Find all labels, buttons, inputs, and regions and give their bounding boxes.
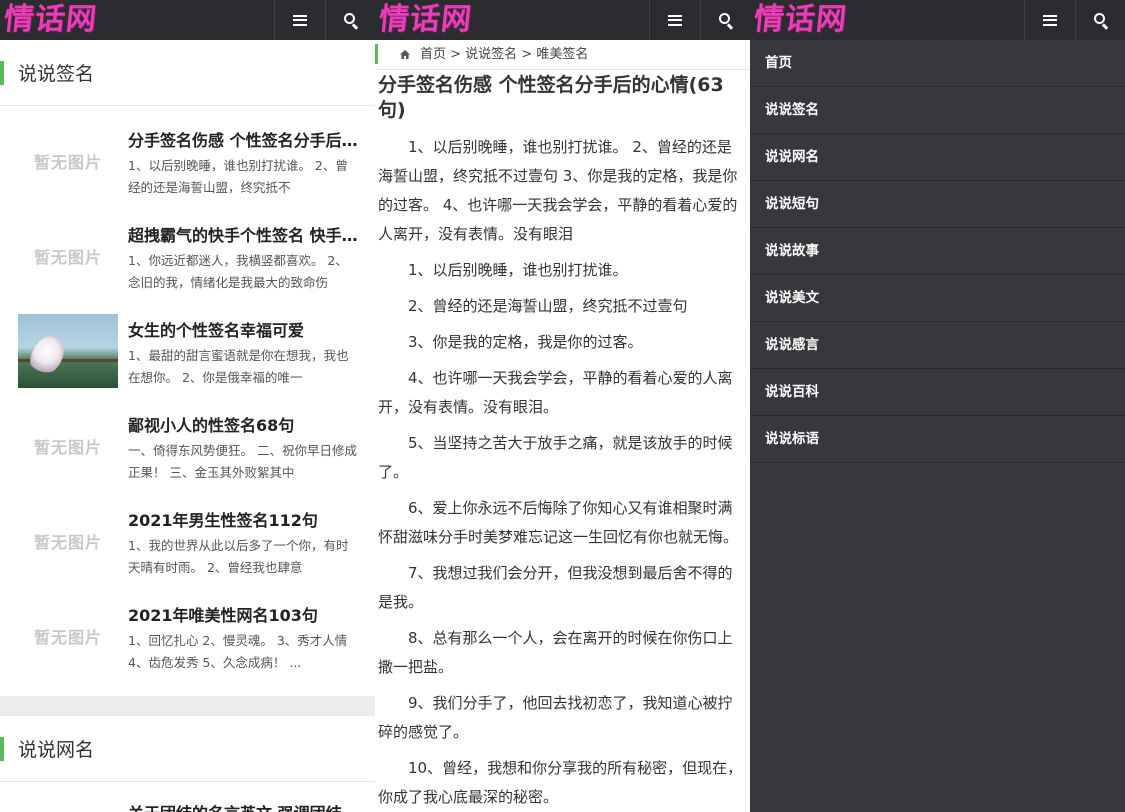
- article-paragraph: 1、以后别晚睡，谁也别打扰谁。: [408, 261, 628, 279]
- site-logo[interactable]: 情话网: [2, 2, 99, 38]
- menu-item-reflections[interactable]: 说说感言: [750, 322, 1125, 369]
- menu-icon: [667, 14, 682, 26]
- section-divider: [0, 696, 375, 716]
- section-title[interactable]: 说说签名: [18, 59, 94, 86]
- breadcrumb-accent-bar: [375, 44, 378, 64]
- article-list: 暂无图片 分手签名伤感 个性签名分手后的心情(63句) 1、以后别晚睡，谁也别打…: [0, 106, 375, 694]
- breadcrumb: 首页 > 说说签名 > 唯美签名: [375, 40, 750, 70]
- list-item[interactable]: 暂无图片 超拽霸气的快手个性签名 快手个性签名 1、你远近都迷人，我横竖都喜欢。…: [18, 219, 358, 314]
- item-title[interactable]: 2021年唯美性网名103句: [128, 602, 358, 626]
- thumbnail-placeholder[interactable]: 暂无图片: [18, 219, 118, 293]
- item-title[interactable]: 鄙视小人的性签名68句: [128, 412, 358, 436]
- menu-button[interactable]: [649, 0, 699, 40]
- item-title[interactable]: 分手签名伤感 个性签名分手后的心情(63句): [128, 127, 358, 151]
- thumbnail-placeholder[interactable]: 暂无图片: [18, 504, 118, 578]
- article-paragraph: 7、我想过我们会分开，但我没想到最后舍不得的是我。: [378, 564, 733, 611]
- nav-menu: 首页 说说签名 说说网名 说说短句 说说故事 说说美文 说说感言 说说百科 说说…: [750, 40, 1125, 463]
- menu-button[interactable]: [274, 0, 324, 40]
- search-icon: [1093, 13, 1108, 30]
- search-button[interactable]: [1075, 0, 1125, 40]
- item-excerpt: 一、倚得东风势便狂。 二、祝你早日修成正果！ 三、金玉其外败絮其中: [128, 443, 357, 480]
- home-icon[interactable]: [400, 50, 410, 59]
- section-header: 说说网名: [0, 716, 375, 782]
- item-excerpt: 1、你远近都迷人，我横竖都喜欢。 2、念旧的我，情绪化是我最大的致命伤: [128, 253, 348, 290]
- menu-item-short-sentences[interactable]: 说说短句: [750, 181, 1125, 228]
- menu-item-home[interactable]: 首页: [750, 40, 1125, 87]
- search-button[interactable]: [325, 0, 375, 40]
- item-title[interactable]: 2021年男生性签名112句: [128, 507, 358, 531]
- list-item[interactable]: 暂无图片 2021年男生性签名112句 1、我的世界从此以后多了一个你，有时天晴…: [18, 504, 357, 599]
- item-title[interactable]: 女生的个性签名幸福可爱: [128, 317, 358, 341]
- article-paragraph: 3、你是我的定格，我是你的过客。: [408, 333, 643, 351]
- list-item[interactable]: 暂无图片 鄙视小人的性签名68句 一、倚得东风势便狂。 二、祝你早日修成正果！ …: [18, 409, 357, 504]
- site-logo[interactable]: 情话网: [377, 2, 474, 38]
- top-bar: 情话网: [750, 0, 1125, 40]
- thumbnail-placeholder[interactable]: 暂无图片: [18, 409, 118, 483]
- list-item[interactable]: 女生的个性签名幸福可爱 1、最甜的甜言蜜语就是你在想我，我也在想你。 2、你是俄…: [18, 314, 357, 409]
- menu-item-nicknames[interactable]: 说说网名: [750, 134, 1125, 181]
- article-paragraph: 9、我们分手了，他回去找初恋了，我知道心被拧碎的感觉了。: [378, 694, 733, 741]
- item-excerpt: 1、最甜的甜言蜜语就是你在想我，我也在想你。 2、你是俄幸福的唯一: [128, 348, 349, 385]
- article-panel: 情话网 首页 > 说说签名 > 唯美签名 分手签名伤感 个性签名分手后的心情(6…: [375, 0, 750, 812]
- menu-item-encyclopedia[interactable]: 说说百科: [750, 369, 1125, 416]
- menu-item-stories[interactable]: 说说故事: [750, 228, 1125, 275]
- menu-icon: [292, 14, 307, 26]
- thumbnail-placeholder[interactable]: 暂无图片: [18, 599, 118, 673]
- menu-button[interactable]: [1024, 0, 1074, 40]
- article-paragraph: 8、总有那么一个人，会在离开的时候在你伤口上撒一把盐。: [378, 629, 733, 676]
- section-accent-bar: [0, 61, 4, 85]
- search-button[interactable]: [700, 0, 750, 40]
- item-title[interactable]: 超拽霸气的快手个性签名 快手个性签名: [128, 222, 358, 246]
- list-item[interactable]: 暂无图片 2021年唯美性网名103句 1、回忆扎心 2、慢灵魂。 3、秀才人情…: [18, 599, 357, 694]
- nav-menu-panel: 情话网 首页 说说签名 说说网名 说说短句 说说故事 说说美文 说说感言 说说百…: [750, 0, 1125, 812]
- search-icon: [718, 13, 733, 30]
- section-accent-bar: [0, 737, 4, 761]
- article-body: 1、以后别晚睡，谁也别打扰谁。 2、曾经的还是海誓山盟，终究抵不过壹句 3、你是…: [375, 123, 750, 812]
- item-excerpt: 1、回忆扎心 2、慢灵魂。 3、秀才人情 4、齿危发秀 5、久念成病！ ...: [128, 633, 348, 670]
- second-section: 说说网名 关于团结的名言英文 强调团结: [0, 716, 375, 812]
- article-paragraph: 4、也许哪一天我会学会，平静的看着心爱的人离开，没有表情。没有眼泪。: [378, 369, 733, 416]
- site-logo[interactable]: 情话网: [752, 2, 849, 38]
- article-paragraph: 10、曾经，我想和你分享我的所有秘密，但现在，你成了我心底最深的秘密。: [378, 759, 743, 806]
- article-title: 分手签名伤感 个性签名分手后的心情(63句): [378, 74, 724, 121]
- menu-item-slogans[interactable]: 说说标语: [750, 416, 1125, 463]
- menu-icon: [1042, 14, 1057, 26]
- menu-item-signatures[interactable]: 说说签名: [750, 87, 1125, 134]
- item-excerpt: 1、我的世界从此以后多了一个你，有时天晴有时雨。 2、曾经我也肆意: [128, 538, 349, 575]
- list-panel: 情话网 说说签名 暂无图片 分手签名伤感 个性签名分手后的心情(63句) 1、以…: [0, 0, 375, 812]
- menu-item-essays[interactable]: 说说美文: [750, 275, 1125, 322]
- article-paragraph: 6、爱上你永远不后悔除了你知心又有谁相聚时满怀甜滋味分手时美梦难忘记这一生回忆有…: [378, 499, 739, 546]
- thumbnail-image[interactable]: [18, 314, 118, 388]
- breadcrumb-path[interactable]: 首页 > 说说签名 > 唯美签名: [420, 40, 588, 70]
- section-title[interactable]: 说说网名: [18, 735, 94, 762]
- item-excerpt: 1、以后别晚睡，谁也别打扰谁。 2、曾经的还是海誓山盟，终究抵不: [128, 158, 348, 195]
- article-paragraph: 5、当坚持之苦大于放手之痛，就是该放手的时候了。: [378, 434, 733, 481]
- item-title[interactable]: 关于团结的名言英文 强调团结: [128, 800, 342, 812]
- thumbnail-placeholder[interactable]: 暂无图片: [18, 124, 118, 198]
- article-paragraph: 1、以后别晚睡，谁也别打扰谁。 2、曾经的还是海誓山盟，终究抵不过壹句 3、你是…: [378, 138, 738, 243]
- list-item[interactable]: 暂无图片 分手签名伤感 个性签名分手后的心情(63句) 1、以后别晚睡，谁也别打…: [18, 124, 358, 219]
- search-icon: [343, 13, 358, 30]
- top-bar: 情话网: [375, 0, 750, 40]
- section-header: 说说签名: [0, 40, 375, 106]
- article-paragraph: 2、曾经的还是海誓山盟，终究抵不过壹句: [408, 297, 688, 315]
- top-bar: 情话网: [0, 0, 375, 40]
